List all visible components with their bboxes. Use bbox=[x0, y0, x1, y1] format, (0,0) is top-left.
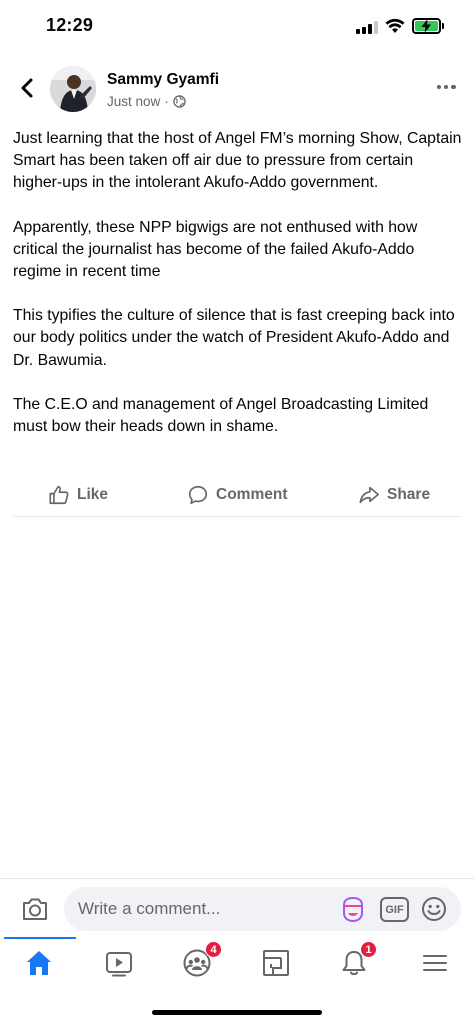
comment-button[interactable]: Comment bbox=[187, 484, 287, 506]
home-indicator bbox=[152, 1010, 322, 1015]
globe-icon bbox=[173, 95, 186, 108]
status-time: 12:29 bbox=[46, 15, 94, 35]
post-meta: Just now · bbox=[107, 94, 186, 109]
comment-label: Comment bbox=[216, 486, 288, 503]
author-avatar[interactable] bbox=[50, 66, 96, 112]
post-paragraph: Just learning that the host of Angel FM’… bbox=[13, 130, 462, 192]
battery-icon bbox=[412, 18, 441, 34]
video-icon bbox=[106, 952, 132, 977]
comment-icon bbox=[188, 485, 208, 505]
status-bar: 12:29 bbox=[0, 0, 474, 52]
emoji-icon[interactable] bbox=[421, 896, 447, 922]
bottom-tab-bar bbox=[0, 938, 474, 998]
gif-button[interactable]: GIF bbox=[380, 897, 409, 922]
back-button[interactable] bbox=[16, 76, 40, 100]
post-author-name[interactable]: Sammy Gyamfi bbox=[107, 71, 219, 89]
avatar-sticker-icon[interactable] bbox=[340, 896, 366, 924]
like-label: Like bbox=[77, 486, 109, 503]
post-paragraph: Apparently, these NPP bigwigs are not en… bbox=[13, 218, 418, 281]
active-tab-indicator bbox=[4, 937, 76, 939]
groups-badge: 4 bbox=[205, 941, 222, 958]
battery-cap bbox=[442, 23, 444, 29]
marketplace-icon bbox=[264, 950, 288, 975]
post-body: Just learning that the host of Angel FM’… bbox=[13, 128, 463, 460]
share-label: Share bbox=[387, 486, 431, 503]
share-button[interactable]: Share bbox=[358, 484, 430, 506]
notifications-badge: 1 bbox=[360, 941, 377, 958]
tab-watch[interactable] bbox=[104, 948, 134, 978]
like-button[interactable]: Like bbox=[48, 484, 108, 506]
more-options-button[interactable] bbox=[437, 85, 456, 90]
meta-separator: · bbox=[164, 94, 169, 109]
actions-divider bbox=[13, 516, 461, 517]
tab-home[interactable] bbox=[24, 948, 54, 978]
share-icon bbox=[359, 486, 379, 504]
post-timestamp[interactable]: Just now bbox=[107, 94, 160, 109]
menu-icon bbox=[423, 955, 447, 971]
wifi-icon bbox=[385, 18, 405, 33]
tab-menu[interactable] bbox=[420, 948, 450, 978]
thumbs-up-icon bbox=[49, 485, 69, 505]
post-paragraph: This typifies the culture of silence tha… bbox=[13, 307, 455, 369]
home-icon bbox=[27, 951, 51, 975]
tab-marketplace[interactable] bbox=[261, 948, 291, 978]
post-paragraph: The C.E.O and management of Angel Broadc… bbox=[13, 395, 429, 436]
camera-icon[interactable] bbox=[21, 896, 49, 922]
signal-icon bbox=[356, 21, 378, 34]
